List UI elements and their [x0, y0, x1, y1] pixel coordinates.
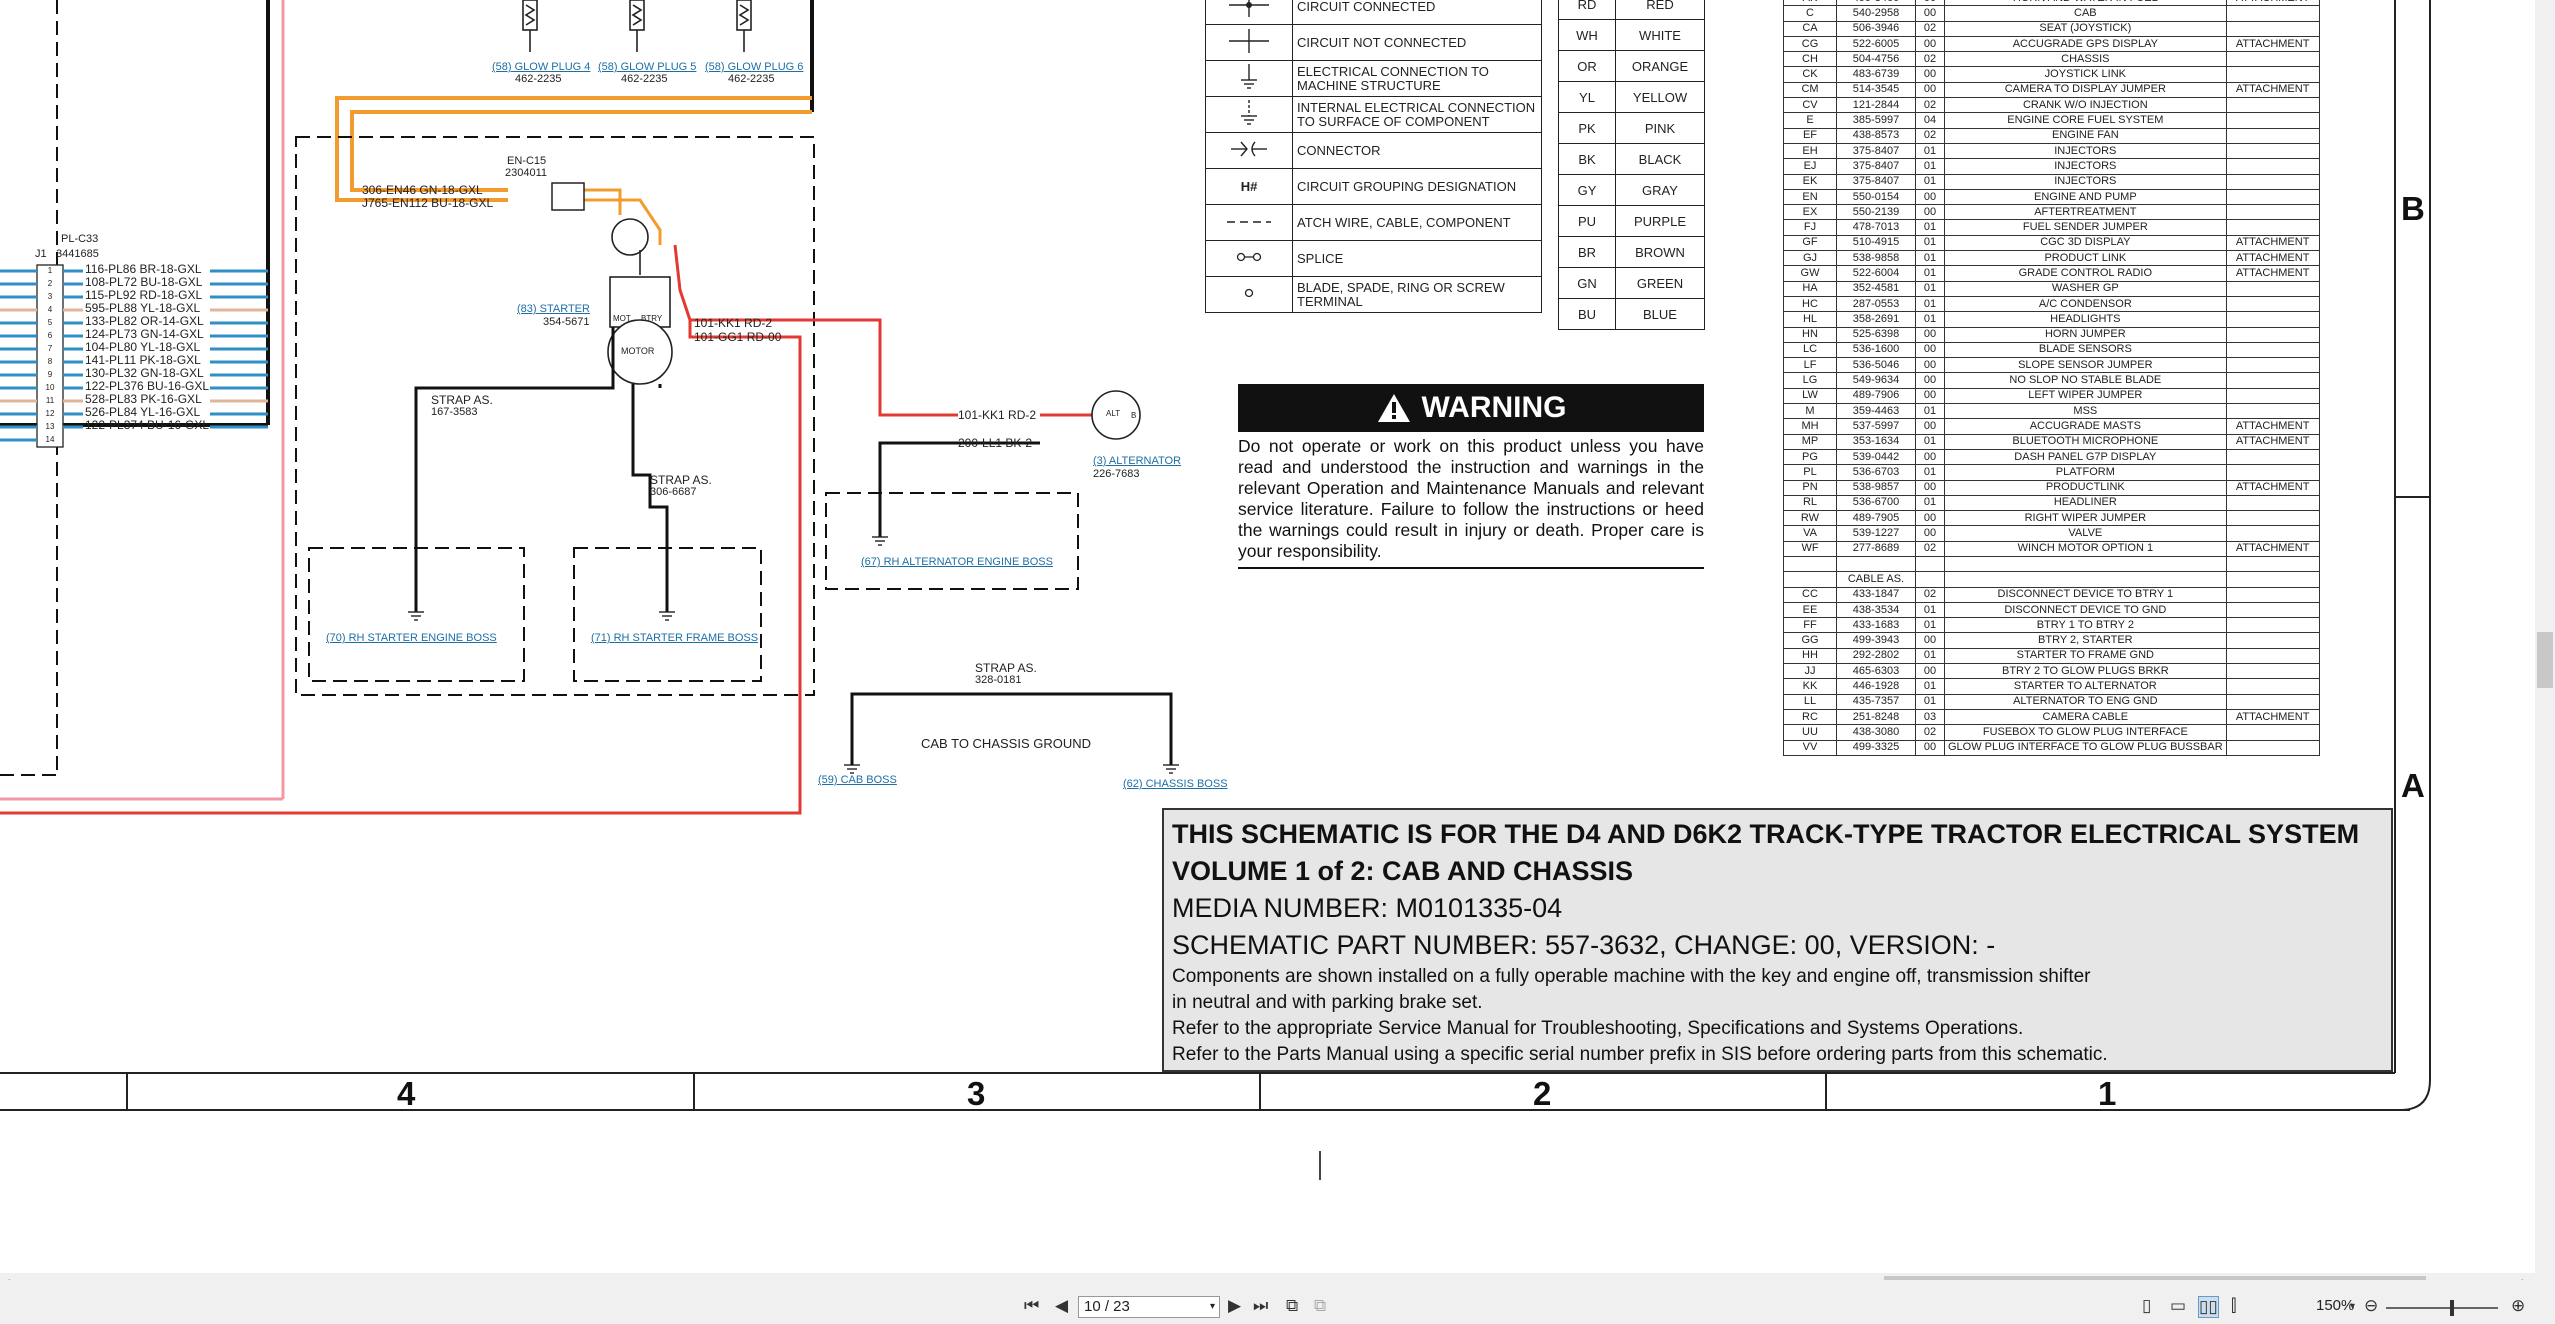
page-number-value: 10 / 23 [1084, 1298, 1130, 1315]
two-page-icon[interactable]: ▯▯ [2198, 1296, 2219, 1318]
single-page-icon[interactable]: ▯ [2142, 1296, 2151, 1316]
zoom-slider-handle[interactable] [2450, 1300, 2454, 1316]
document-viewport[interactable]: (58) GLOW PLUG 4 462-2235 (58) GLOW PLUG… [0, 0, 2555, 1324]
previous-page-icon[interactable]: ◀ [1055, 1296, 1068, 1316]
two-page-continuous-icon[interactable]: ⫿ [2231, 1296, 2236, 1316]
zone-column-2: 2 [1533, 1075, 1552, 1112]
page-number-field[interactable]: 10 / 23 ▾ [1078, 1296, 1220, 1318]
page-view-icon[interactable]: ⧉ [1286, 1296, 1298, 1316]
zone-row-a: A [2401, 767, 2425, 804]
page-copy-icon[interactable]: ⧉ [1314, 1296, 1326, 1316]
first-page-icon[interactable]: ⏮ [1024, 1296, 1039, 1316]
zoom-slider[interactable] [2386, 1307, 2498, 1309]
sheet-border [0, 0, 2431, 1111]
zone-column-3: 3 [967, 1075, 986, 1112]
page-dropdown-icon[interactable]: ▾ [1210, 1297, 1215, 1317]
text-cursor [1319, 1151, 1321, 1180]
schematic-sheet: (58) GLOW PLUG 4 462-2235 (58) GLOW PLUG… [0, 0, 2555, 1280]
zoom-in-icon[interactable]: ⊕ [2511, 1296, 2525, 1316]
zoom-out-icon[interactable]: ⊖ [2364, 1296, 2378, 1316]
zone-column-1: 1 [2098, 1075, 2117, 1112]
vertical-scroll-thumb[interactable] [2537, 632, 2553, 688]
zoom-level[interactable]: 150% [2316, 1297, 2354, 1314]
continuous-page-icon[interactable]: ▭ [2170, 1296, 2186, 1316]
last-page-icon[interactable]: ⏭ [1253, 1296, 1268, 1316]
zoom-dropdown-icon[interactable]: ▾ [2350, 1301, 2355, 1312]
zone-row-b: B [2401, 190, 2425, 227]
next-page-icon[interactable]: ▶ [1228, 1296, 1241, 1316]
zone-column-4: 4 [397, 1075, 416, 1112]
